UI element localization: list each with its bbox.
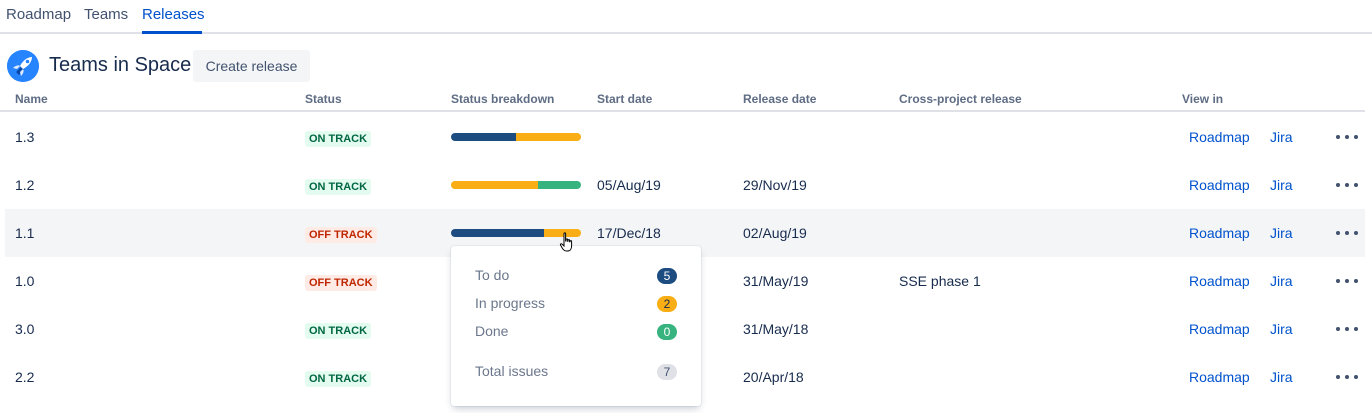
popup-count-done: 0: [657, 324, 677, 340]
view-in-roadmap-link[interactable]: Roadmap: [1189, 177, 1250, 193]
column-header-status-breakdown: Status breakdown: [451, 92, 555, 106]
column-header-start-date: Start date: [597, 92, 653, 106]
status-lozenge: OFF TRACK: [305, 275, 377, 291]
more-dot: [1354, 231, 1358, 235]
active-tab-indicator: [142, 31, 202, 34]
popup-count-todo: 5: [657, 268, 677, 284]
breakdown-segment-in-progress: [451, 181, 538, 189]
release-name: 1.1: [15, 225, 35, 241]
popup-label-total: Total issues: [475, 363, 549, 379]
hand-cursor-icon: [559, 232, 573, 252]
status-lozenge: OFF TRACK: [305, 227, 377, 243]
tab-releases[interactable]: Releases: [142, 6, 205, 23]
more-dot: [1336, 135, 1340, 139]
release-name: 1.2: [15, 177, 35, 193]
release-date: 02/Aug/19: [743, 225, 807, 241]
view-in-jira-link[interactable]: Jira: [1270, 369, 1293, 385]
more-actions-icon[interactable]: [1336, 319, 1358, 339]
status-lozenge: ON TRACK: [305, 131, 372, 147]
more-actions-icon[interactable]: [1336, 175, 1358, 195]
table-row[interactable]: 1.2 ON TRACK 05/Aug/19 29/Nov/19 Roadmap Jira: [5, 161, 1365, 209]
view-in-jira-link[interactable]: Jira: [1270, 321, 1293, 337]
release-date: 20/Apr/18: [743, 369, 804, 385]
release-date: 31/May/18: [743, 321, 809, 337]
create-release-button[interactable]: Create release: [193, 50, 310, 82]
view-in-roadmap-link[interactable]: Roadmap: [1189, 321, 1250, 337]
more-dot: [1345, 231, 1349, 235]
release-date: 31/May/19: [743, 273, 809, 289]
release-name: 3.0: [15, 321, 35, 337]
column-header-status: Status: [305, 92, 342, 106]
popup-label-in-progress: In progress: [475, 295, 546, 311]
more-dot: [1345, 279, 1349, 283]
breakdown-segment-done: [537, 181, 581, 189]
release-date: 29/Nov/19: [743, 177, 807, 193]
view-in-roadmap-link[interactable]: Roadmap: [1189, 273, 1250, 289]
table-header: Name Status Status breakdown Start date …: [0, 88, 1365, 112]
release-name: 1.3: [15, 129, 35, 145]
cross-project-release: SSE phase 1: [899, 273, 981, 289]
more-dot: [1354, 327, 1358, 331]
release-name: 2.2: [15, 369, 35, 385]
view-in-roadmap-link[interactable]: Roadmap: [1189, 225, 1250, 241]
more-dot: [1345, 183, 1349, 187]
more-actions-icon[interactable]: [1336, 127, 1358, 147]
popup-count-total: 7: [657, 364, 677, 380]
popup-label-todo: To do: [475, 267, 510, 283]
view-in-jira-link[interactable]: Jira: [1270, 225, 1293, 241]
status-lozenge: ON TRACK: [305, 179, 372, 195]
start-date: 17/Dec/18: [597, 225, 661, 241]
more-dot: [1336, 183, 1340, 187]
status-lozenge: ON TRACK: [305, 371, 372, 387]
column-header-view-in: View in: [1182, 92, 1224, 106]
rocket-icon: [7, 50, 39, 82]
breakdown-segment-todo: [451, 133, 516, 141]
table-row[interactable]: 1.3 ON TRACK Roadmap Jira: [5, 113, 1365, 161]
status-breakdown-bar[interactable]: [451, 133, 581, 141]
start-date: 05/Aug/19: [597, 177, 661, 193]
more-dot: [1354, 375, 1358, 379]
more-actions-icon[interactable]: [1336, 367, 1358, 387]
more-dot: [1336, 231, 1340, 235]
tab-roadmap[interactable]: Roadmap: [6, 6, 71, 23]
view-in-roadmap-link[interactable]: Roadmap: [1189, 129, 1250, 145]
more-dot: [1354, 279, 1358, 283]
status-breakdown-bar[interactable]: [451, 181, 581, 189]
view-in-jira-link[interactable]: Jira: [1270, 177, 1293, 193]
more-dot: [1336, 279, 1340, 283]
project-title: Teams in Space: [49, 54, 192, 76]
more-dot: [1354, 135, 1358, 139]
breakdown-segment-in-progress: [516, 133, 581, 141]
column-header-release-date: Release date: [743, 92, 817, 106]
view-in-jira-link[interactable]: Jira: [1270, 273, 1293, 289]
popup-count-in-progress: 2: [657, 296, 677, 312]
more-dot: [1345, 135, 1349, 139]
more-dot: [1336, 375, 1340, 379]
status-lozenge: ON TRACK: [305, 323, 372, 339]
column-header-name: Name: [15, 92, 48, 106]
more-dot: [1345, 375, 1349, 379]
popup-label-done: Done: [475, 323, 509, 339]
more-actions-icon[interactable]: [1336, 223, 1358, 243]
status-breakdown-popup: To do 5 In progress 2 Done 0 Total issue…: [451, 246, 701, 406]
more-dot: [1354, 183, 1358, 187]
more-dot: [1345, 327, 1349, 331]
breakdown-segment-todo: [451, 229, 544, 237]
project-avatar: [7, 50, 39, 82]
view-in-jira-link[interactable]: Jira: [1270, 129, 1293, 145]
more-dot: [1336, 327, 1340, 331]
more-actions-icon[interactable]: [1336, 271, 1358, 291]
release-name: 1.0: [15, 273, 35, 289]
view-in-roadmap-link[interactable]: Roadmap: [1189, 369, 1250, 385]
column-header-cross-project-release: Cross-project release: [899, 92, 1022, 106]
nav-tabs: Roadmap Teams Releases: [0, 0, 1372, 34]
tab-teams[interactable]: Teams: [84, 6, 128, 23]
